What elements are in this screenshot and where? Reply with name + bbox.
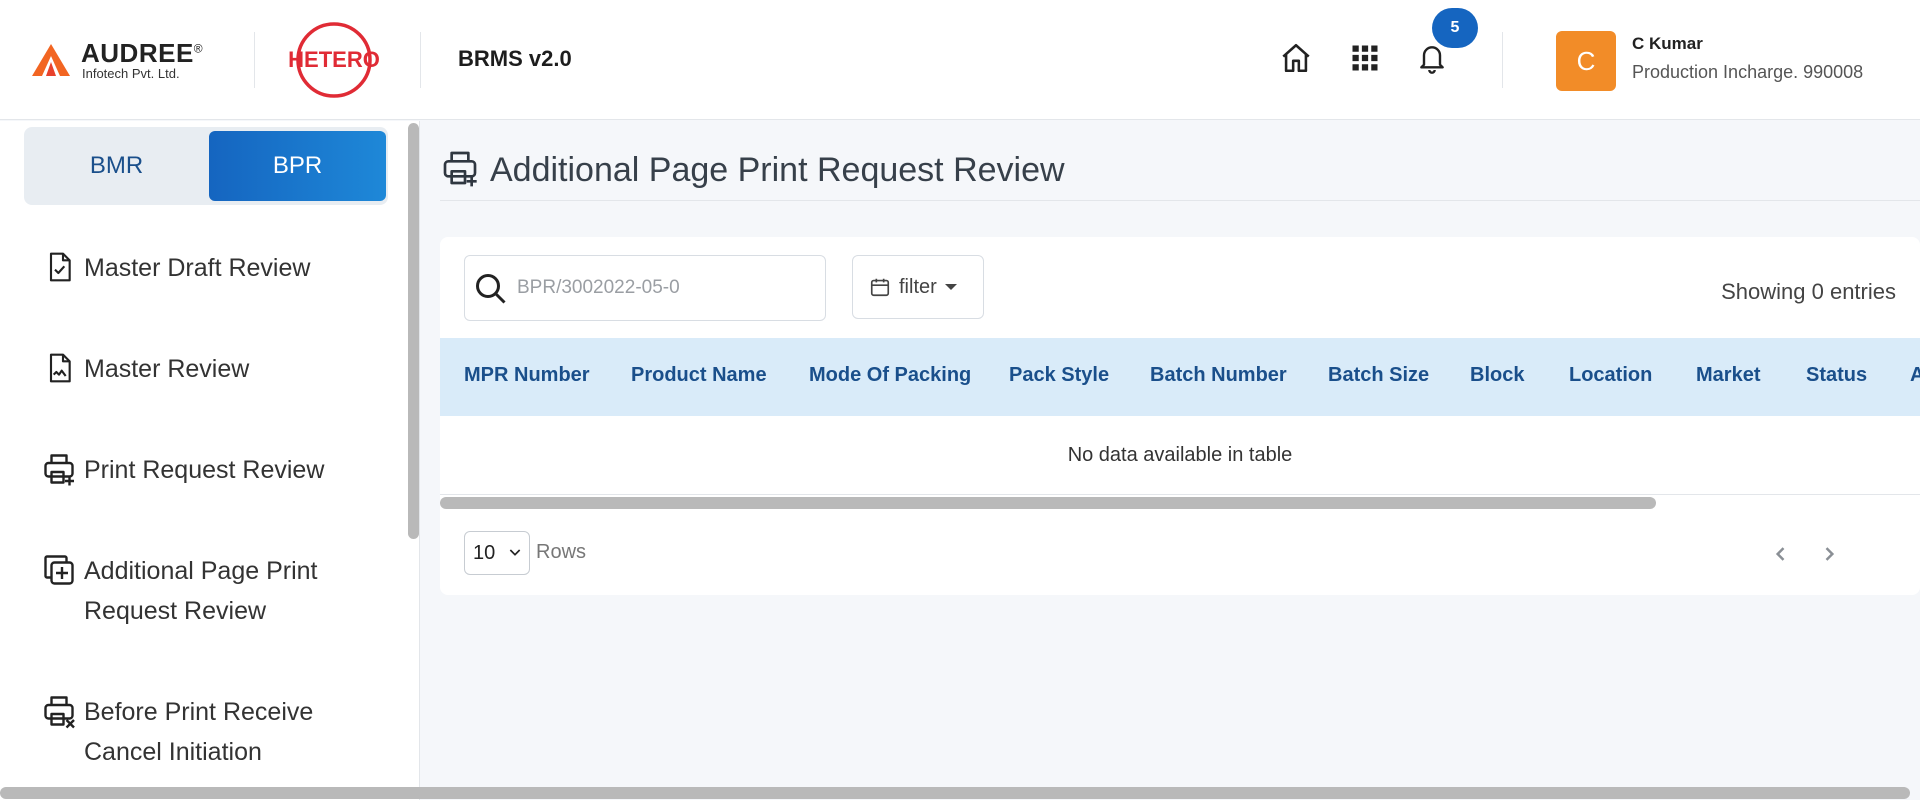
company-subtitle: Infotech Pvt. Ltd. — [82, 66, 180, 81]
rows-per-page-value: 10 — [473, 541, 496, 564]
app-title: BRMS v2.0 — [458, 46, 572, 71]
home-icon[interactable] — [1276, 38, 1316, 78]
toggle-bmr[interactable]: BMR — [24, 127, 209, 205]
header-divider — [254, 32, 255, 88]
toggle-bpr[interactable]: BPR — [209, 131, 386, 201]
printer-cancel-icon — [40, 692, 78, 730]
document-check-icon — [40, 248, 78, 286]
column-header[interactable]: Pack Style — [1009, 364, 1109, 387]
document-signature-icon — [40, 349, 78, 387]
column-header[interactable]: A — [1910, 364, 1920, 387]
sidebar: BMR BPR Master Draft Review Master Revie… — [0, 121, 420, 800]
sidebar-item-label: Additional Page Print Request Review — [84, 557, 318, 625]
search-input[interactable] — [517, 268, 813, 308]
sidebar-item-label: Master Draft Review — [84, 254, 311, 282]
caret-down-icon — [944, 284, 957, 290]
apps-grid-icon[interactable] — [1345, 38, 1385, 78]
column-header[interactable]: Batch Size — [1328, 364, 1429, 387]
notification-badge[interactable]: 5 — [1432, 8, 1478, 48]
column-header[interactable]: Market — [1696, 364, 1760, 387]
audree-logo[interactable]: AUDREE® Infotech Pvt. Ltd. — [30, 32, 220, 84]
table-horizontal-scrollbar[interactable] — [440, 497, 1656, 509]
page-title: Additional Page Print Request Review — [490, 150, 1065, 189]
column-header[interactable]: Block — [1470, 364, 1524, 387]
sidebar-item-additional-page-print-request-review[interactable]: Additional Page Print Request Review — [40, 551, 370, 631]
column-header[interactable]: Product Name — [631, 364, 767, 387]
sidebar-item-master-draft-review[interactable]: Master Draft Review — [40, 248, 370, 288]
table-empty-message: No data available in table — [440, 416, 1920, 495]
sidebar-item-label: Master Review — [84, 355, 250, 383]
search-box — [464, 255, 826, 321]
table-card: filter Showing 0 entries MPR Number Prod… — [440, 237, 1920, 595]
svg-text:HETERO: HETERO — [288, 47, 380, 72]
header-divider — [1502, 32, 1503, 88]
entries-count: Showing 0 entries — [1721, 279, 1896, 304]
sidebar-item-master-review[interactable]: Master Review — [40, 349, 370, 389]
user-name: C Kumar — [1632, 34, 1703, 53]
filter-label: filter — [899, 275, 937, 298]
chevron-left-icon[interactable] — [1766, 539, 1796, 569]
filter-button[interactable]: filter — [852, 255, 984, 319]
printer-plus-icon — [40, 450, 78, 488]
chevron-down-icon — [509, 549, 521, 556]
column-header[interactable]: Mode Of Packing — [809, 364, 971, 387]
top-header: AUDREE® Infotech Pvt. Ltd. HETERO BRMS v… — [0, 0, 1920, 120]
sidebar-item-label: Before Print Receive Cancel Initiation — [84, 698, 314, 766]
bmr-bpr-toggle: BMR BPR — [24, 127, 388, 205]
audree-logo-mark — [32, 44, 70, 76]
printer-plus-icon — [440, 148, 480, 193]
calendar-icon — [870, 278, 890, 297]
header-divider — [420, 32, 421, 88]
page-header: Additional Page Print Request Review — [440, 140, 1065, 200]
sidebar-scrollbar[interactable] — [408, 123, 419, 539]
sidebar-item-label: Print Request Review — [84, 456, 325, 484]
rows-per-page-select[interactable]: 10 — [464, 531, 530, 575]
page-horizontal-scrollbar[interactable] — [0, 787, 1910, 799]
page-header-divider — [440, 200, 1920, 201]
company-name: AUDREE® — [81, 38, 204, 68]
column-header[interactable]: MPR Number — [464, 364, 590, 387]
table-header: MPR Number Product Name Mode Of Packing … — [440, 338, 1920, 416]
column-header[interactable]: Status — [1806, 364, 1867, 387]
sidebar-item-before-print-receive-cancel-initiation[interactable]: Before Print Receive Cancel Initiation — [40, 692, 370, 772]
chevron-right-icon[interactable] — [1814, 539, 1844, 569]
column-header[interactable]: Location — [1569, 364, 1652, 387]
avatar[interactable]: C — [1556, 31, 1616, 91]
column-header[interactable]: Batch Number — [1150, 364, 1287, 387]
search-icon — [476, 274, 506, 304]
sidebar-item-print-request-review[interactable]: Print Request Review — [40, 450, 370, 490]
hetero-logo[interactable]: HETERO — [286, 20, 382, 100]
rows-label: Rows — [536, 541, 587, 563]
user-role: Production Incharge. 990008 — [1632, 62, 1864, 82]
copy-plus-icon — [40, 551, 78, 589]
